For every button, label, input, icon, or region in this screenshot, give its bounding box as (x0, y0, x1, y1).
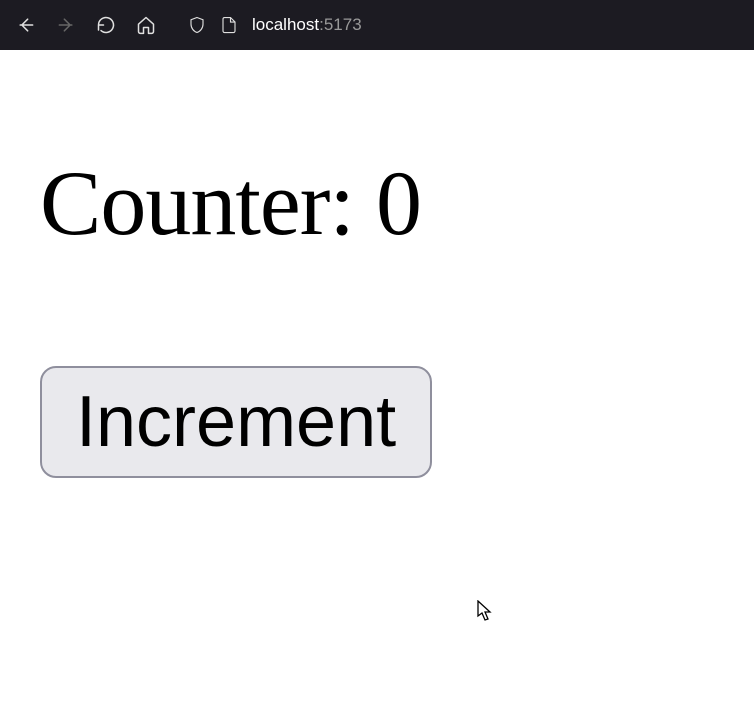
home-button[interactable] (128, 7, 164, 43)
cursor-icon (477, 600, 493, 627)
arrow-right-icon (56, 15, 76, 35)
home-icon (136, 15, 156, 35)
increment-button[interactable]: Increment (40, 366, 432, 478)
page-icon (220, 16, 238, 34)
shield-icon (188, 16, 206, 34)
forward-button[interactable] (48, 7, 84, 43)
reload-icon (96, 15, 116, 35)
back-button[interactable] (8, 7, 44, 43)
page-content: Counter: 0 Increment (0, 50, 754, 518)
arrow-left-icon (16, 15, 36, 35)
counter-heading: Counter: 0 (40, 150, 714, 256)
browser-toolbar: localhost:5173 (0, 0, 754, 50)
url-text: localhost:5173 (252, 15, 362, 35)
address-bar[interactable]: localhost:5173 (188, 15, 362, 35)
reload-button[interactable] (88, 7, 124, 43)
counter-value: 0 (376, 152, 421, 254)
